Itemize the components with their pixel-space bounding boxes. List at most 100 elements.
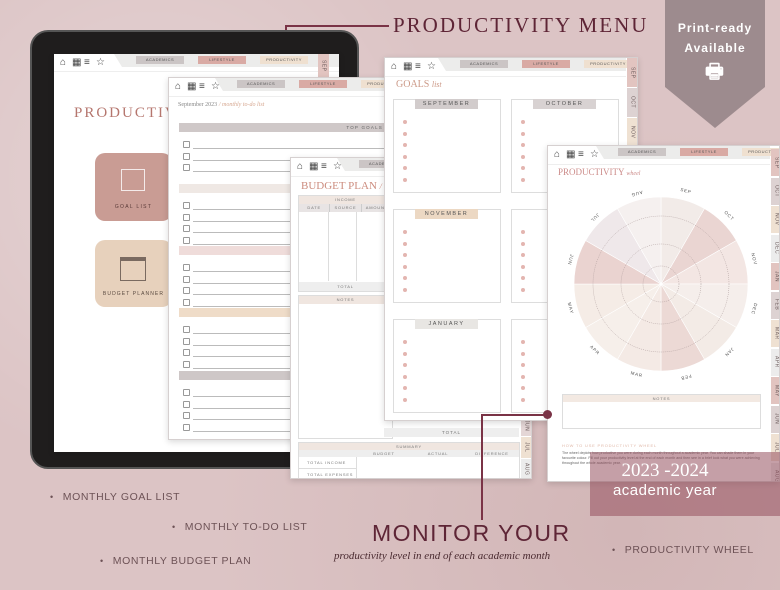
month-goal-box: JANUARY: [393, 319, 501, 413]
bullet-dot: [521, 287, 525, 292]
checkbox[interactable]: [183, 213, 190, 221]
checkbox[interactable]: [183, 202, 190, 209]
side-tab-may[interactable]: MAY: [771, 377, 779, 405]
bullet-dot: [403, 131, 407, 136]
side-tab-nov[interactable]: NOV: [771, 206, 779, 234]
guide-title: HOW TO USE PRODUCTIVITY WHEEL: [562, 443, 657, 448]
wheel-label: SEP: [680, 187, 692, 195]
wheel-subtitle: wheel: [626, 171, 641, 177]
bullet-dot: [403, 287, 407, 292]
tab-lifestyle[interactable]: LIFESTYLE: [198, 56, 246, 64]
income-total: TOTAL: [299, 282, 392, 291]
wheel-label: MAY: [567, 302, 575, 315]
checkbox[interactable]: [183, 164, 190, 172]
tab-academics[interactable]: ACADEMICS: [136, 56, 184, 64]
side-tab-sep[interactable]: SEP: [318, 54, 329, 78]
checkbox[interactable]: [183, 141, 190, 148]
academic-year-banner: 2023 -2024 academic year: [590, 452, 780, 516]
side-tab-jun[interactable]: JUN: [771, 405, 779, 434]
feature-todo-list: MONTHLY TO-DO LIST: [172, 521, 307, 533]
wheel-label: DEC: [750, 303, 758, 316]
calendar-icon[interactable]: ▦: [403, 61, 412, 73]
wheel-label: AUG: [630, 190, 643, 198]
checkbox[interactable]: [183, 412, 190, 420]
side-tab-feb[interactable]: FEB: [771, 291, 779, 320]
wheel-label: FEB: [680, 373, 692, 381]
tab-academics[interactable]: ACADEMICS: [460, 60, 508, 68]
wheel-notes-box[interactable]: NOTES: [562, 394, 761, 429]
productivity-wheel[interactable]: SEP OCT NOV DEC JAN FEB MAR APR MAY JUN JUL AUG: [556, 186, 766, 386]
bullet-dot: [521, 340, 525, 344]
side-tab-apr[interactable]: APR: [771, 348, 779, 377]
nav-header: ⌂▦≡☆ACADEMICSLIFESTYLEPRODUCTIVITY: [169, 78, 391, 97]
side-tab-oct[interactable]: OCT: [771, 177, 779, 206]
checkbox[interactable]: [183, 361, 190, 369]
tab-lifestyle[interactable]: LIFESTYLE: [680, 148, 728, 156]
wheel-label: NOV: [750, 253, 758, 266]
tab-academics[interactable]: ACADEMICS: [618, 148, 666, 156]
connector-dot: [543, 410, 552, 419]
home-icon[interactable]: ⌂: [297, 161, 303, 173]
side-tab-nov[interactable]: NOV: [627, 118, 637, 148]
checkbox[interactable]: [183, 264, 190, 271]
checkbox[interactable]: [183, 326, 190, 333]
checkbox[interactable]: [183, 349, 190, 357]
budget-planner-button[interactable]: BUDGET PLANNER: [95, 240, 172, 307]
tab-lifestyle[interactable]: LIFESTYLE: [522, 60, 570, 68]
home-icon[interactable]: ⌂: [60, 57, 66, 69]
bullet-dot: [521, 241, 525, 246]
side-tab-mar[interactable]: MAR: [771, 320, 779, 348]
printer-icon: 🖶: [705, 61, 725, 83]
home-icon[interactable]: ⌂: [554, 149, 560, 161]
todo-line[interactable]: [193, 148, 391, 149]
checkbox[interactable]: [183, 152, 190, 160]
star-icon[interactable]: ☆: [427, 61, 436, 73]
calendar-icon[interactable]: ▦: [72, 57, 81, 69]
bullet-dot: [403, 374, 407, 379]
home-icon[interactable]: ⌂: [391, 61, 397, 73]
menu-icon[interactable]: ≡: [84, 57, 90, 69]
goals-title: GOALS: [396, 79, 430, 90]
menu-icon[interactable]: ≡: [321, 161, 327, 173]
menu-icon[interactable]: ≡: [199, 81, 205, 93]
star-icon[interactable]: ☆: [211, 81, 220, 93]
checkbox[interactable]: [183, 237, 190, 245]
calendar-icon[interactable]: ▦: [309, 161, 318, 173]
menu-icon[interactable]: ≡: [578, 149, 584, 161]
tab-academics[interactable]: ACADEMICS: [237, 80, 285, 88]
star-icon[interactable]: ☆: [96, 57, 105, 69]
tab-productivity[interactable]: PRODUCTIVITY: [584, 60, 632, 68]
side-tab-dec[interactable]: DEC: [771, 234, 779, 263]
star-icon[interactable]: ☆: [590, 149, 599, 161]
checkbox[interactable]: [183, 424, 190, 432]
tab-lifestyle[interactable]: LIFESTYLE: [299, 80, 347, 88]
side-tab-jan[interactable]: JAN: [771, 263, 779, 291]
side-tab-sep[interactable]: SEP: [627, 58, 637, 88]
checkbox[interactable]: [183, 287, 190, 295]
summary-row: TOTAL EXPENSES: [299, 469, 357, 478]
checkbox[interactable]: [183, 389, 190, 396]
income-header: INCOME: [299, 196, 392, 204]
monitor-title: MONITOR YOUR: [372, 520, 571, 546]
star-icon[interactable]: ☆: [333, 161, 342, 173]
checkbox[interactable]: [183, 337, 190, 345]
checkbox[interactable]: [183, 275, 190, 283]
checkbox[interactable]: [183, 225, 190, 233]
month-goal-box: SEPTEMBER: [393, 99, 501, 193]
bullet-dot: [403, 351, 407, 356]
month-label: SEPTEMBER: [415, 99, 478, 109]
wheel-label: JAN: [724, 347, 735, 358]
side-tab-oct[interactable]: OCT: [627, 88, 637, 118]
calendar-icon[interactable]: ▦: [187, 81, 196, 93]
checkbox[interactable]: [183, 299, 190, 307]
side-tab-sep[interactable]: SEP: [771, 149, 779, 177]
menu-icon[interactable]: ≡: [415, 61, 421, 73]
home-icon[interactable]: ⌂: [175, 81, 181, 93]
badge-line1: Print-ready: [677, 21, 753, 35]
tab-productivity[interactable]: PRODUCTIVITY: [260, 56, 308, 64]
calendar-icon[interactable]: ▦: [566, 149, 575, 161]
col-source: SOURCE: [329, 204, 360, 212]
notes-box[interactable]: NOTES: [298, 295, 393, 439]
checkbox[interactable]: [183, 400, 190, 408]
goal-list-button[interactable]: GOAL LIST: [95, 153, 172, 221]
